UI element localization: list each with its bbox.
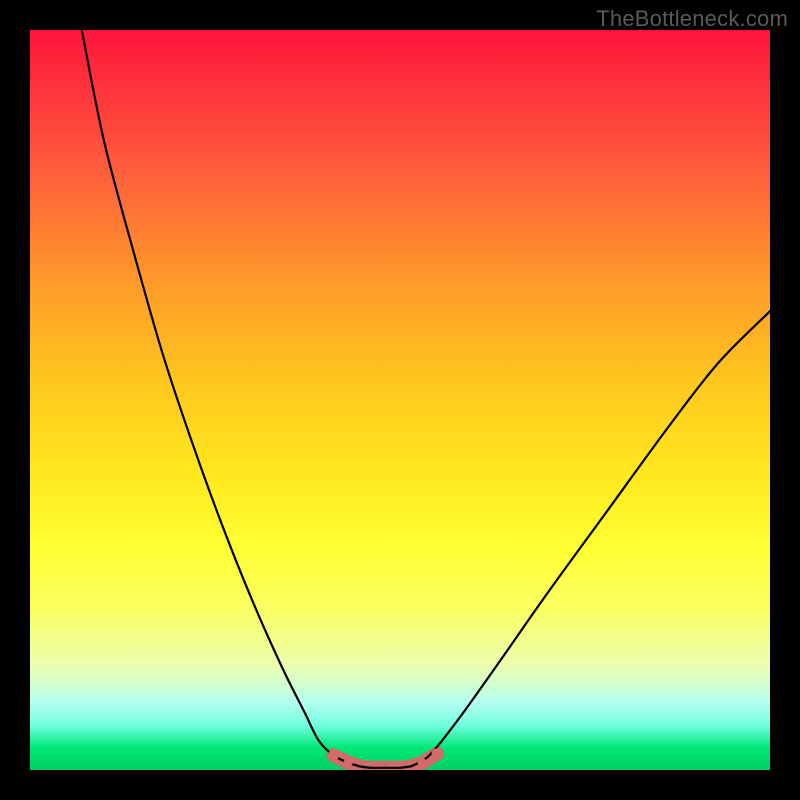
valley-dot	[328, 750, 339, 761]
curve-right	[411, 311, 770, 766]
curve-left	[82, 30, 360, 766]
plot-area	[30, 30, 770, 770]
curve-layer	[30, 30, 770, 770]
valley-dot	[432, 748, 443, 759]
watermark-text: TheBottleneck.com	[596, 6, 788, 32]
chart-frame: TheBottleneck.com	[0, 0, 800, 800]
valley-dot	[418, 758, 427, 767]
valley-dot	[344, 758, 353, 767]
